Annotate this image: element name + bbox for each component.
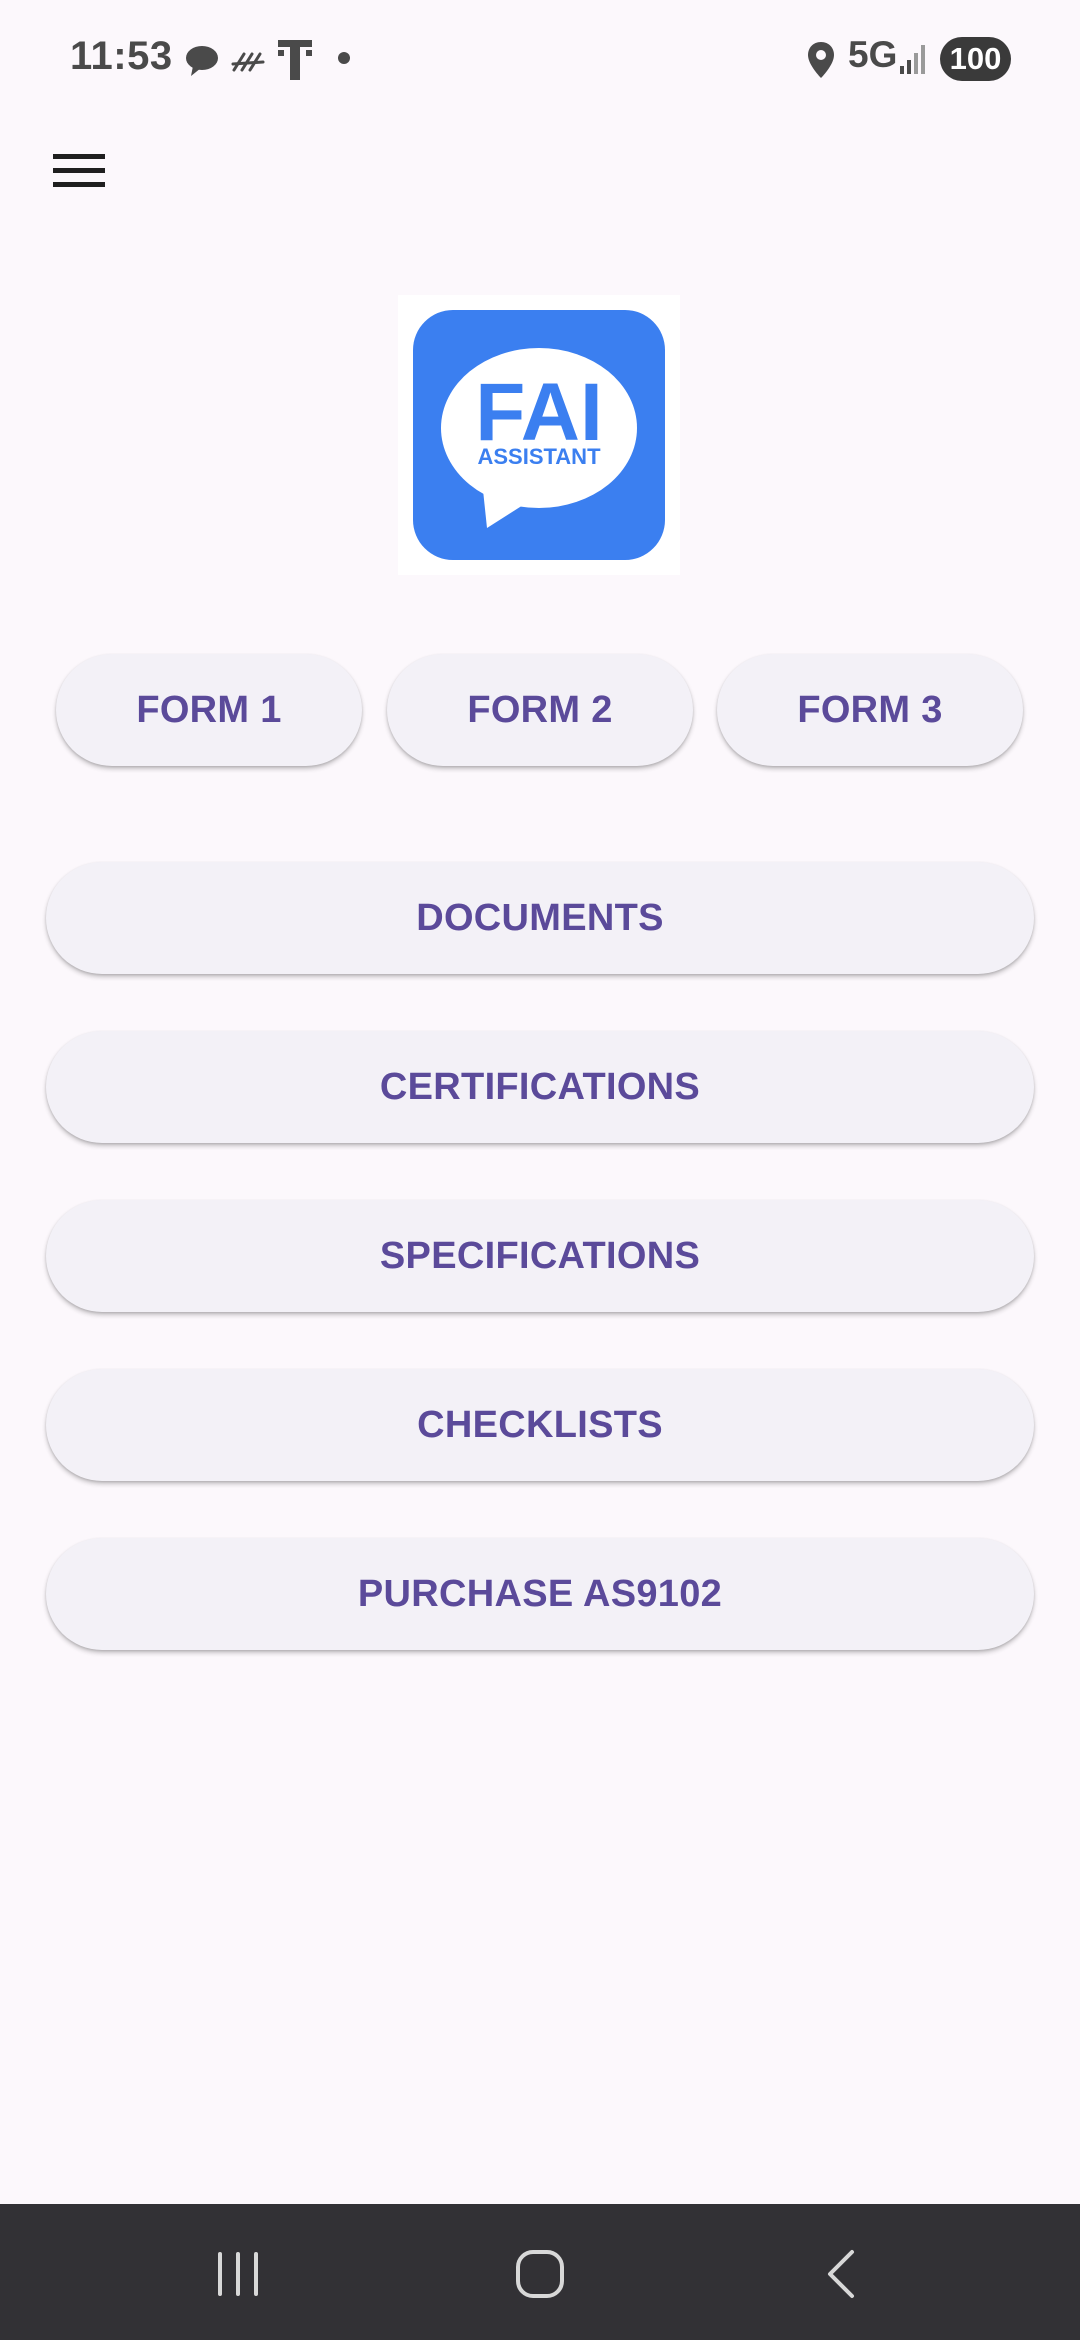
certifications-button[interactable]: CERTIFICATIONS — [46, 1031, 1034, 1143]
logo-title: FAI — [475, 367, 603, 458]
status-bar: 11:53 5G 100 — [0, 0, 1080, 118]
t-mobile-icon — [278, 40, 312, 80]
dot-icon — [338, 52, 350, 64]
form-1-button[interactable]: FORM 1 — [56, 654, 362, 766]
navigation-bar — [0, 2204, 1080, 2340]
specifications-button[interactable]: SPECIFICATIONS — [46, 1200, 1034, 1312]
logo-subtitle: ASSISTANT — [477, 444, 601, 469]
signal-icon — [900, 45, 925, 74]
battery-indicator: 100 — [940, 37, 1011, 81]
home-icon[interactable] — [510, 2244, 570, 2304]
menu-button[interactable] — [44, 140, 114, 202]
no-data-icon — [231, 52, 265, 72]
back-icon[interactable] — [812, 2244, 872, 2304]
status-time: 11:53 — [70, 34, 173, 78]
form-3-button[interactable]: FORM 3 — [717, 654, 1023, 766]
logo-tile: FAI ASSISTANT — [413, 310, 665, 560]
purchase-as9102-button[interactable]: PURCHASE AS9102 — [46, 1538, 1034, 1650]
form-2-button[interactable]: FORM 2 — [387, 654, 693, 766]
network-type: 5G — [848, 34, 898, 75]
location-icon — [808, 42, 834, 78]
recent-apps-icon[interactable] — [208, 2244, 268, 2304]
checklists-button[interactable]: CHECKLISTS — [46, 1369, 1034, 1481]
hamburger-menu-icon — [53, 154, 105, 187]
documents-button[interactable]: DOCUMENTS — [46, 862, 1034, 974]
chat-bubble-icon — [186, 46, 218, 76]
app-logo: FAI ASSISTANT — [398, 295, 680, 575]
